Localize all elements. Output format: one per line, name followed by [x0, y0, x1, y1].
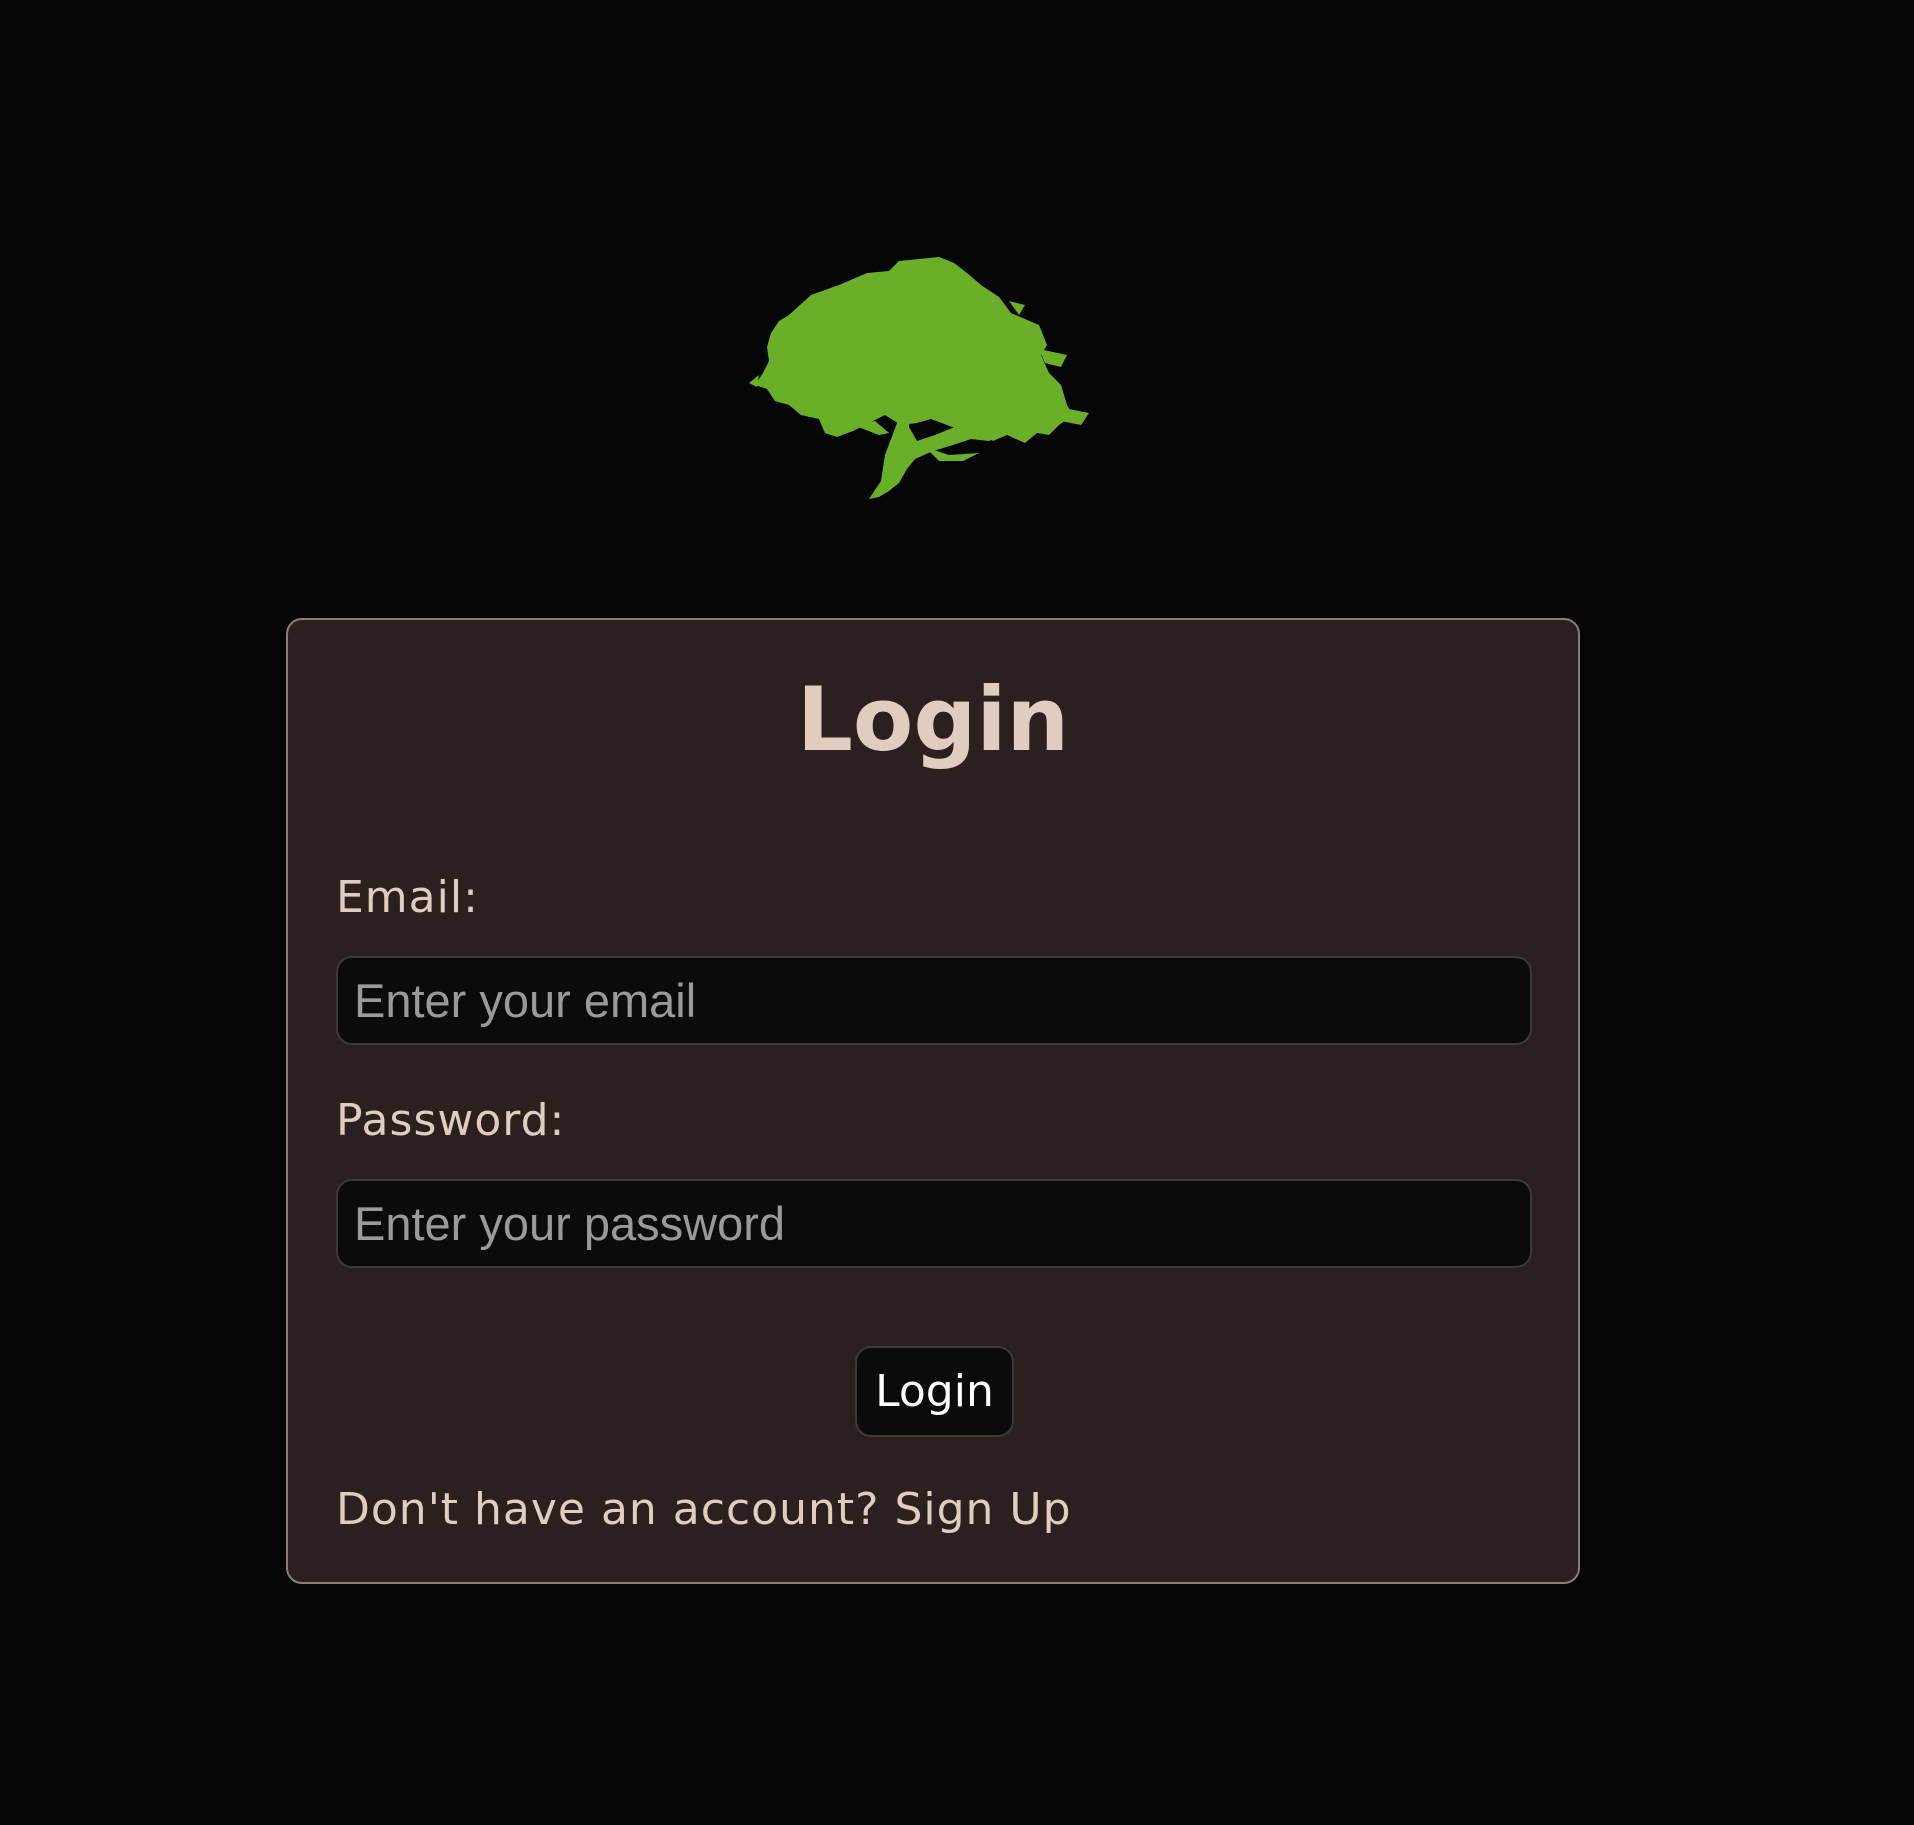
login-page: Login Email: Password: Login Don't have …	[0, 0, 1914, 1825]
password-input[interactable]	[336, 1179, 1532, 1268]
password-label: Password:	[336, 1095, 566, 1146]
login-title: Login	[796, 668, 1070, 771]
signup-link[interactable]: Sign Up	[894, 1484, 1071, 1535]
login-card: Login Email: Password: Login Don't have …	[286, 618, 1580, 1584]
email-input[interactable]	[336, 956, 1532, 1045]
signup-prompt-line: Don't have an account? Sign Up	[336, 1488, 1072, 1532]
login-button[interactable]: Login	[855, 1346, 1014, 1437]
email-label: Email:	[336, 872, 479, 923]
signup-prompt-text: Don't have an account?	[336, 1484, 880, 1535]
tree-logo-icon	[749, 255, 1115, 500]
